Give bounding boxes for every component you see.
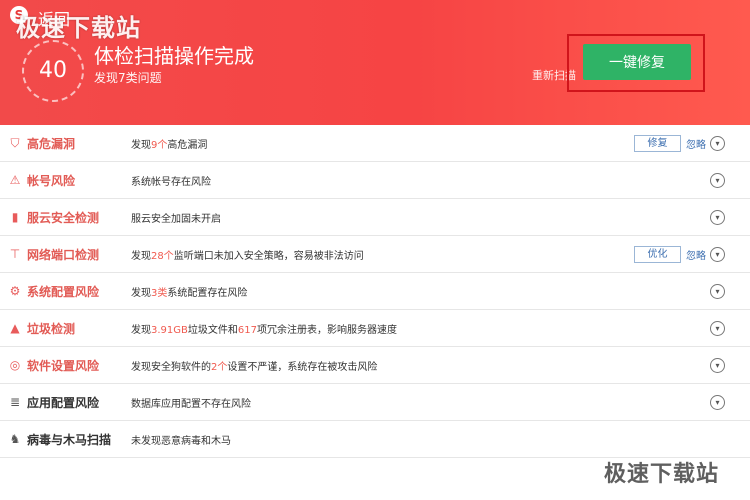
description-text: 设置不严谨，系统存在被攻击风险 xyxy=(227,362,378,373)
item-description: 发现9个高危漏洞 xyxy=(131,136,207,151)
network-icon: ⊤ xyxy=(9,247,21,261)
list-item[interactable]: ▲ 垃圾检测 发现3.91GB垃圾文件和617项冗余注册表，影响服务器速度 ▾ xyxy=(0,310,750,347)
fix-all-button[interactable]: 一键修复 xyxy=(583,44,691,80)
list-item[interactable]: ◎ 软件设置风险 发现安全狗软件的2个设置不严谨，系统存在被攻击风险 ▾ xyxy=(0,347,750,384)
target-icon: ◎ xyxy=(9,358,21,372)
chevron-down-icon[interactable]: ▾ xyxy=(710,210,725,225)
list-item[interactable]: ▮ 服云安全检测 服云安全加固未开启 ▾ xyxy=(0,199,750,236)
chevron-down-icon[interactable]: ▾ xyxy=(710,395,725,410)
item-name: 系统配置风险 xyxy=(27,285,100,299)
chevron-down-icon[interactable]: ▾ xyxy=(710,358,725,373)
item-description: 数据库应用配置不存在风险 xyxy=(131,395,251,410)
list-item[interactable]: ⚠ 帐号风险 系统帐号存在风险 ▾ xyxy=(0,162,750,199)
item-description: 发现安全狗软件的2个设置不严谨，系统存在被攻击风险 xyxy=(131,358,377,373)
list-item[interactable]: ♞ 病毒与木马扫描 未发现恶意病毒和木马 xyxy=(0,421,750,458)
description-text: 高危漏洞 xyxy=(167,140,208,151)
item-name: 网络端口检测 xyxy=(27,248,100,262)
security-checkup-window: S 返回 极速下载站 40 体检扫描操作完成 发现7类问题 重新扫描 一键修复 … xyxy=(0,0,750,500)
description-text: 监听端口未加入安全策略，容易被非法访问 xyxy=(173,251,364,262)
score-gauge: 40 xyxy=(22,40,84,102)
item-description: 未发现恶意病毒和木马 xyxy=(131,432,231,447)
ignore-link[interactable]: 忽略 xyxy=(686,247,706,262)
item-description: 服云安全加固未开启 xyxy=(131,210,221,225)
watermark-text: 极速下载站 xyxy=(16,14,141,42)
item-description: 系统帐号存在风险 xyxy=(131,173,211,188)
highlight-count: 2个 xyxy=(211,362,228,373)
issues-summary: 发现7类问题 xyxy=(94,71,162,85)
item-description: 发现3.91GB垃圾文件和617项冗余注册表，影响服务器速度 xyxy=(131,321,397,336)
horse-icon: ♞ xyxy=(9,432,21,446)
highlight-count: 28个 xyxy=(151,251,174,262)
description-text: 发现 xyxy=(131,251,151,262)
item-name: 软件设置风险 xyxy=(27,359,100,373)
item-name: 帐号风险 xyxy=(27,174,76,188)
highlight-count: 9个 xyxy=(151,140,168,151)
list-item[interactable]: ≣ 应用配置风险 数据库应用配置不存在风险 ▾ xyxy=(0,384,750,421)
description-text: 发现 xyxy=(131,140,151,151)
shield-warning-icon: ⚠ xyxy=(9,173,21,187)
list-item[interactable]: ⚙ 系统配置风险 发现3类系统配置存在风险 ▾ xyxy=(0,273,750,310)
item-description: 发现28个监听端口未加入安全策略，容易被非法访问 xyxy=(131,247,364,262)
list-item[interactable]: ⊤ 网络端口检测 发现28个监听端口未加入安全策略，容易被非法访问 优化 忽略 ▾ xyxy=(0,236,750,273)
issue-list: ⛉ 高危漏洞 发现9个高危漏洞 修复 忽略 ▾ ⚠ 帐号风险 系统帐号存在风险 ▾ ▮ 服云安全检测服… xyxy=(0,125,750,458)
description-text: 发现 xyxy=(131,325,151,336)
system-config-icon: ⚙ xyxy=(9,284,21,298)
description-text: 发现 xyxy=(131,288,151,299)
fix-button[interactable]: 修复 xyxy=(634,135,681,152)
score-value: 40 xyxy=(39,58,67,83)
result-header: S 返回 极速下载站 40 体检扫描操作完成 发现7类问题 重新扫描 一键修复 xyxy=(0,0,750,125)
description-text: 系统配置存在风险 xyxy=(167,288,248,299)
description-text: 未发现恶意病毒和木马 xyxy=(131,436,231,447)
chevron-down-icon[interactable]: ▾ xyxy=(710,284,725,299)
database-icon: ≣ xyxy=(9,395,21,409)
description-text: 项冗余注册表，影响服务器速度 xyxy=(256,325,397,336)
description-text: 服云安全加固未开启 xyxy=(131,214,221,225)
item-name: 垃圾检测 xyxy=(27,322,76,336)
shield-icon: ⛉ xyxy=(10,136,20,150)
description-text: 垃圾文件和 xyxy=(187,325,238,336)
item-name: 病毒与木马扫描 xyxy=(27,433,112,447)
highlight-count: 3类 xyxy=(151,288,168,299)
description-text: 数据库应用配置不存在风险 xyxy=(131,399,251,410)
description-text: 发现安全狗软件的 xyxy=(131,362,211,373)
chevron-down-icon[interactable]: ▾ xyxy=(710,247,725,262)
list-item[interactable]: ⛉ 高危漏洞 发现9个高危漏洞 修复 忽略 ▾ xyxy=(0,125,750,162)
page-title: 体检扫描操作完成 xyxy=(94,44,254,68)
item-description: 发现3类系统配置存在风险 xyxy=(131,284,247,299)
footer-watermark: 极速下载站 xyxy=(604,462,720,487)
bars-icon: ▮ xyxy=(11,210,19,224)
description-text: 系统帐号存在风险 xyxy=(131,177,211,188)
chevron-down-icon[interactable]: ▾ xyxy=(710,173,725,188)
highlight-count: 617 xyxy=(237,325,257,336)
optimize-button[interactable]: 优化 xyxy=(634,246,681,263)
item-name: 应用配置风险 xyxy=(27,396,100,410)
item-name: 服云安全检测 xyxy=(27,211,100,225)
broom-icon: ▲ xyxy=(10,321,20,335)
ignore-link[interactable]: 忽略 xyxy=(686,136,706,151)
chevron-down-icon[interactable]: ▾ xyxy=(710,321,725,336)
highlight-count: 3.91GB xyxy=(151,325,188,336)
chevron-down-icon[interactable]: ▾ xyxy=(710,136,725,151)
item-name: 高危漏洞 xyxy=(27,137,76,151)
